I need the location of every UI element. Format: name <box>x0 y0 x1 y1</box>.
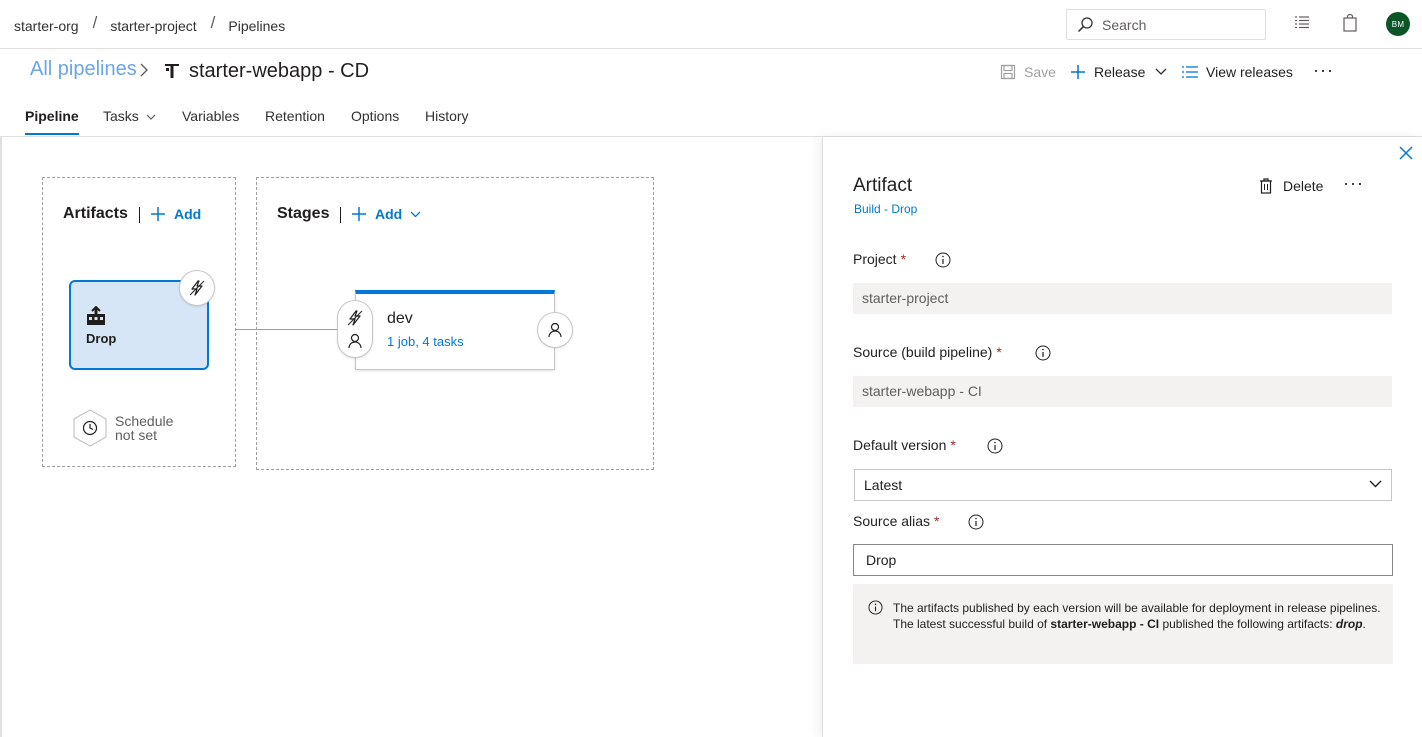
artifacts-title: Artifacts <box>63 205 128 222</box>
post-deployment-approvals-button[interactable] <box>537 312 573 348</box>
person-icon <box>548 322 562 338</box>
breadcrumb-separator: / <box>92 13 98 32</box>
schedule-status[interactable]: Schedule not set <box>115 414 195 442</box>
project-label: Project * <box>853 251 907 267</box>
tab-tasks-label: Tasks <box>103 108 139 124</box>
search-icon <box>1077 16 1093 32</box>
breadcrumb-project[interactable]: starter-project <box>110 18 196 34</box>
info-icon <box>868 600 883 615</box>
stages-title: Stages <box>277 205 330 222</box>
chevron-down-icon <box>1369 480 1382 488</box>
release-label: Release <box>1094 64 1146 80</box>
info-text: published the following artifacts: <box>1159 617 1336 631</box>
task-list-icon[interactable] <box>1294 14 1310 33</box>
avatar[interactable]: BM <box>1386 12 1410 36</box>
plus-icon <box>151 207 165 221</box>
build-artifact-icon <box>87 306 105 325</box>
top-bar: starter-org / starter-project / Pipeline… <box>0 0 1422 49</box>
delete-label: Delete <box>1283 178 1324 194</box>
chevron-down-icon <box>1155 68 1167 75</box>
panel-more-button[interactable]: ··· <box>1343 173 1364 194</box>
artifact-name: Drop <box>86 331 117 346</box>
plus-icon <box>1071 65 1085 79</box>
breadcrumb-pipelines[interactable]: Pipelines <box>228 18 285 34</box>
source-field: starter-webapp - CI <box>853 376 1392 407</box>
panel-title: Artifact <box>853 175 913 196</box>
breadcrumb: starter-org / starter-project / Pipeline… <box>14 13 285 36</box>
source-alias-label: Source alias * <box>853 513 940 529</box>
delete-button[interactable]: Delete <box>1259 178 1323 194</box>
tab-history[interactable]: History <box>425 108 469 124</box>
artifact-panel: Artifact Build - Drop Delete ··· Project… <box>822 137 1422 737</box>
plus-icon <box>352 207 366 221</box>
save-label: Save <box>1024 64 1056 80</box>
schedule-line2: not set <box>115 427 158 443</box>
pre-deployment-conditions[interactable] <box>337 300 373 358</box>
divider <box>340 207 341 223</box>
tab-retention[interactable]: Retention <box>265 108 325 124</box>
stage-name: dev <box>387 310 413 327</box>
stage-card-dev[interactable]: dev 1 job, 4 tasks <box>355 290 555 370</box>
info-text: . <box>1362 617 1366 631</box>
schedule-line1: Schedule <box>115 413 174 429</box>
info-icon[interactable] <box>968 514 984 530</box>
stage-tasks-link[interactable]: 1 job, 4 tasks <box>387 334 464 349</box>
view-releases-button[interactable]: View releases <box>1182 64 1293 80</box>
divider <box>139 207 140 223</box>
project-field: starter-project <box>853 283 1392 314</box>
active-tab-indicator <box>25 133 79 135</box>
info-artifact-name: drop <box>1335 617 1363 631</box>
add-artifact-label: Add <box>174 206 202 222</box>
source-alias-input[interactable]: Drop <box>853 544 1393 576</box>
page-title: starter-webapp - CD <box>189 60 370 82</box>
left-border <box>0 137 2 737</box>
release-button[interactable]: Release <box>1070 64 1167 80</box>
source-label: Source (build pipeline) * <box>853 344 1002 360</box>
default-version-label: Default version * <box>853 437 956 453</box>
lightning-icon <box>347 310 363 326</box>
search-box[interactable]: Search <box>1066 9 1266 40</box>
add-stage-button[interactable]: Add <box>351 206 421 222</box>
close-icon[interactable] <box>1399 146 1413 160</box>
more-actions-button[interactable]: ··· <box>1313 60 1334 81</box>
artifact-info-message: The artifacts published by each version … <box>853 584 1393 664</box>
all-pipelines-link[interactable]: All pipelines <box>30 58 137 81</box>
info-icon[interactable] <box>935 252 951 268</box>
release-pipeline-icon <box>165 64 179 78</box>
info-icon[interactable] <box>987 438 1003 454</box>
schedule-icon[interactable] <box>72 409 108 447</box>
save-icon <box>1000 64 1016 80</box>
add-stage-label: Add <box>375 206 403 222</box>
breadcrumb-separator: / <box>210 13 216 32</box>
trash-icon <box>1260 178 1272 194</box>
default-version-dropdown[interactable]: Latest <box>854 469 1392 501</box>
info-icon[interactable] <box>1035 345 1051 361</box>
tab-pipeline[interactable]: Pipeline <box>25 108 79 124</box>
list-icon <box>1182 66 1198 78</box>
save-button[interactable]: Save <box>1000 64 1056 80</box>
shopping-bag-icon[interactable] <box>1342 13 1358 35</box>
info-build-name: starter-webapp - CI <box>1050 617 1160 631</box>
lightning-icon <box>189 280 205 296</box>
chevron-right-icon <box>140 63 148 77</box>
breadcrumb-org[interactable]: starter-org <box>14 18 79 34</box>
tab-tasks[interactable]: Tasks <box>103 108 156 124</box>
panel-subtitle[interactable]: Build - Drop <box>854 202 917 216</box>
tab-options[interactable]: Options <box>351 108 399 124</box>
search-placeholder: Search <box>1102 16 1147 33</box>
person-icon <box>348 333 362 349</box>
default-version-value: Latest <box>864 477 903 493</box>
chevron-down-icon <box>410 211 421 217</box>
continuous-deployment-trigger-button[interactable] <box>179 270 215 306</box>
tab-variables[interactable]: Variables <box>182 108 239 124</box>
add-artifact-button[interactable]: Add <box>150 206 201 222</box>
chevron-down-icon <box>146 114 156 120</box>
view-releases-label: View releases <box>1206 64 1293 80</box>
